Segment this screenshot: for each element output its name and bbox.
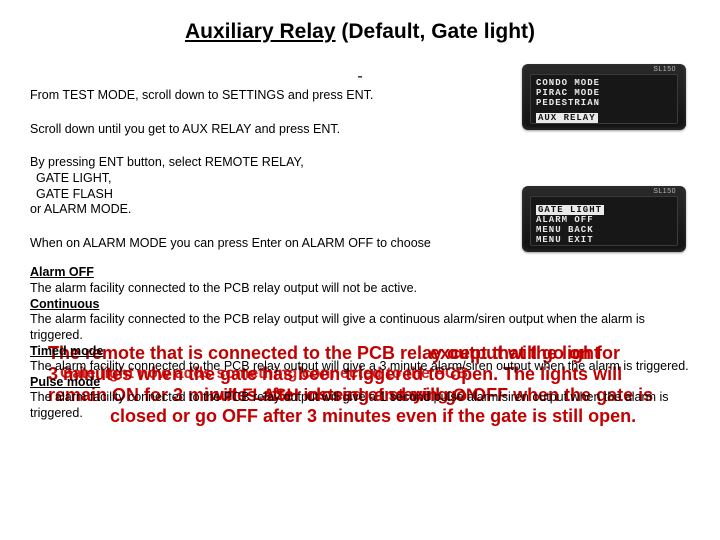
alarm-timed-text: The alarm facility connected to the PCB … [30,359,689,373]
alarm-off-heading: Alarm OFF [30,265,690,281]
lcd-content: GATE LIGHT ALARM OFF MENU BACK MENU EXIT [530,196,678,246]
lcd2-line1-selected: GATE LIGHT [536,205,604,215]
lcd-model-label: SL150 [653,188,676,195]
alarm-continuous-heading: Continuous [30,297,690,313]
title-rest: (Default, Gate light) [336,20,536,43]
lcd-content: CONDO MODE PIRAC MODE PEDESTRIAN AUX REL… [530,74,678,124]
alarm-section: Alarm OFF The alarm facility connected t… [30,265,690,421]
lcd1-line4-selected: AUX RELAY [536,113,598,123]
lcd1-line2: PIRAC MODE [536,88,672,98]
alarm-continuous-text: The alarm facility connected to the PCB … [30,312,645,342]
step-3-line4: or ALARM MODE. [30,202,131,216]
lcd2-line4: MENU EXIT [536,235,672,245]
lcd-screen-1: SL150 CONDO MODE PIRAC MODE PEDESTRIAN A… [522,64,686,130]
lcd1-line3: PEDESTRIAN [536,98,672,108]
title-underline: Auxiliary Relay [185,20,336,43]
alarm-timed-heading: Timed mode [30,344,690,360]
lcd-screen-2: SL150 GATE LIGHT ALARM OFF MENU BACK MEN… [522,186,686,252]
lcd1-line1: CONDO MODE [536,78,672,88]
alarm-off-text: The alarm facility connected to the PCB … [30,281,417,295]
step-3-line1: By pressing ENT button, select REMOTE RE… [30,155,304,169]
alarm-pulse-heading: Pulse mode [30,375,690,391]
alarm-pulse-text: The alarm facility connected to the PCB … [30,390,669,420]
lcd2-line2: ALARM OFF [536,215,672,225]
lcd2-line3: MENU BACK [536,225,672,235]
page-title: Auxiliary Relay (Default, Gate light) [30,20,690,44]
step-3-line2: GATE LIGHT, [36,171,690,187]
lcd-model-label: SL150 [653,66,676,73]
